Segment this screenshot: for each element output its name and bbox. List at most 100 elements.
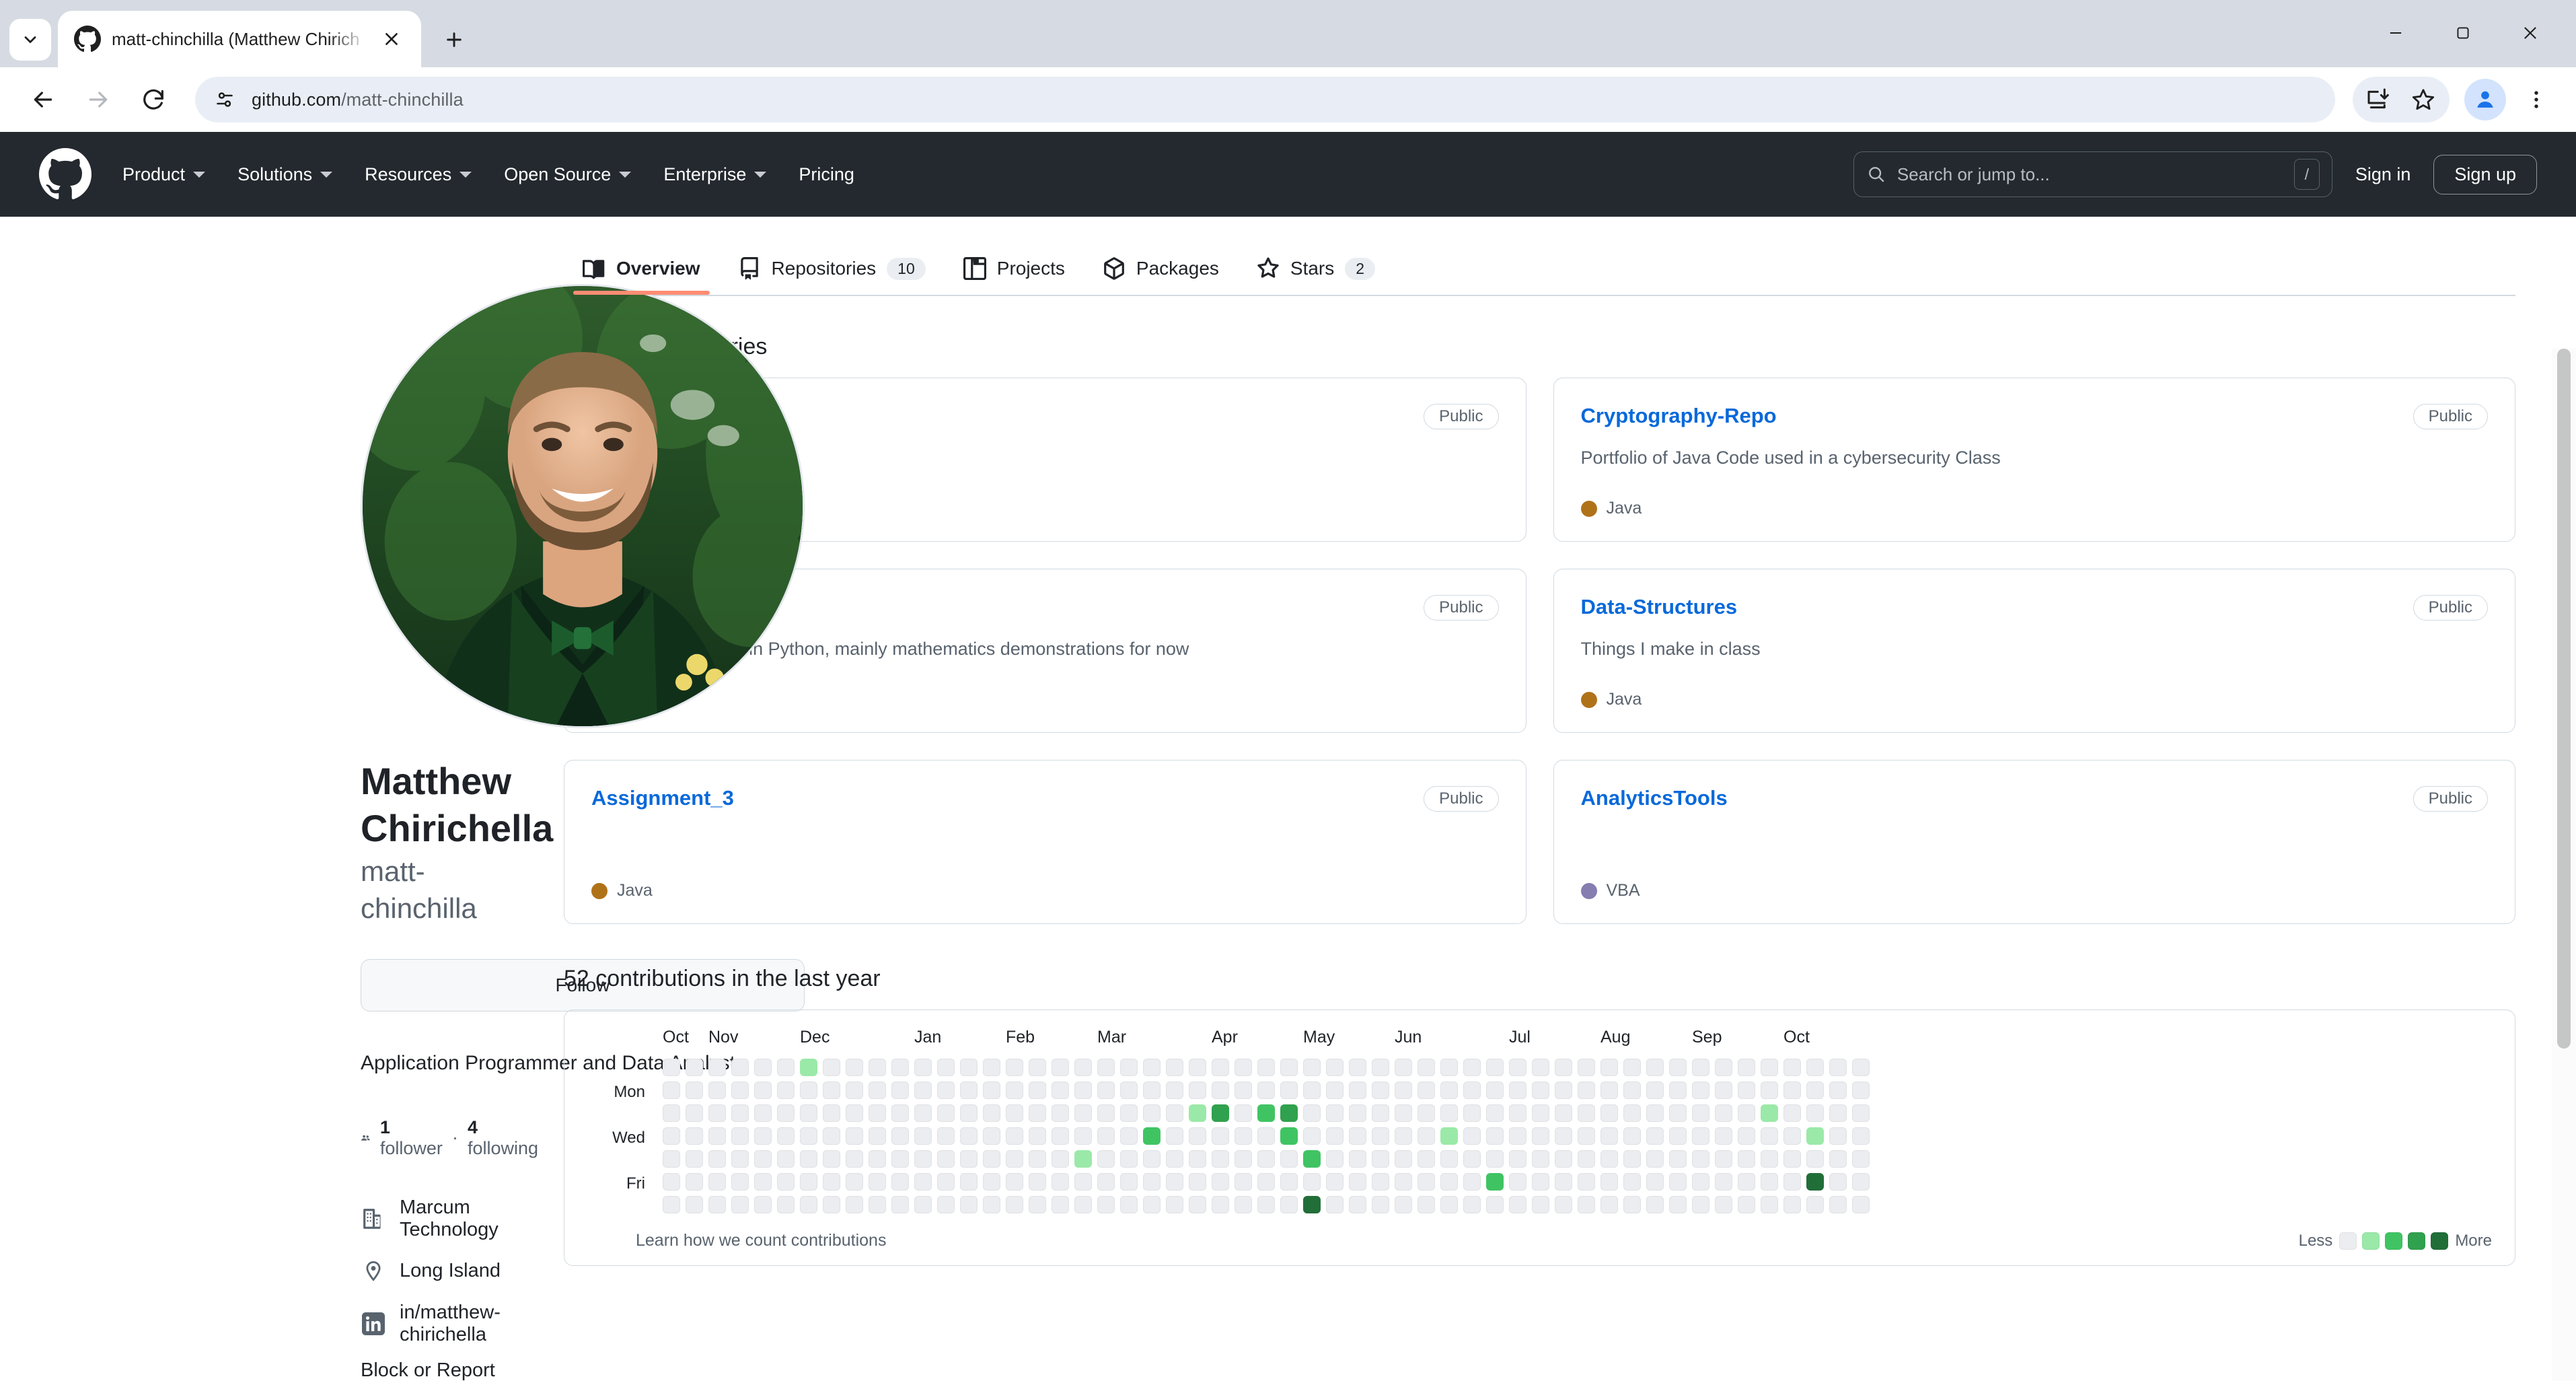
contribution-cell[interactable]	[1326, 1150, 1344, 1168]
contribution-cell[interactable]	[1006, 1150, 1023, 1168]
contribution-cell[interactable]	[891, 1196, 909, 1213]
contribution-cell[interactable]	[1486, 1059, 1504, 1076]
contribution-cell[interactable]	[1738, 1196, 1755, 1213]
contribution-cell[interactable]	[869, 1059, 886, 1076]
contribution-cell[interactable]	[1761, 1196, 1778, 1213]
tab-search-button[interactable]	[9, 19, 51, 61]
contribution-cell[interactable]	[1052, 1196, 1069, 1213]
contribution-cell[interactable]	[983, 1196, 1000, 1213]
contribution-cell[interactable]	[1555, 1082, 1572, 1099]
new-tab-button[interactable]	[433, 19, 475, 61]
contribution-cell[interactable]	[1783, 1196, 1801, 1213]
contribution-cell[interactable]	[846, 1082, 863, 1099]
contribution-cell[interactable]	[914, 1173, 932, 1191]
contribution-cell[interactable]	[1623, 1127, 1641, 1145]
contribution-cell[interactable]	[1235, 1127, 1252, 1145]
contribution-cell[interactable]	[1578, 1104, 1595, 1122]
contribution-cell[interactable]	[1052, 1173, 1069, 1191]
contribution-cell[interactable]	[1372, 1127, 1389, 1145]
contribution-cell[interactable]	[1097, 1059, 1115, 1076]
contribution-cell[interactable]	[823, 1059, 840, 1076]
contribution-cell[interactable]	[1235, 1173, 1252, 1191]
contribution-cell[interactable]	[1532, 1150, 1549, 1168]
contribution-cell[interactable]	[1166, 1059, 1183, 1076]
contribution-cell[interactable]	[1029, 1082, 1046, 1099]
contribution-cell[interactable]	[1555, 1173, 1572, 1191]
contribution-cell[interactable]	[1372, 1196, 1389, 1213]
contribution-cell[interactable]	[937, 1127, 955, 1145]
contribution-cell[interactable]	[937, 1104, 955, 1122]
nav-item-product[interactable]: Product	[106, 157, 221, 192]
contribution-cell[interactable]	[731, 1173, 749, 1191]
contribution-cell[interactable]	[1509, 1173, 1526, 1191]
maximize-button[interactable]	[2429, 12, 2497, 54]
contribution-cell[interactable]	[1143, 1127, 1161, 1145]
contribution-cell[interactable]	[1829, 1059, 1847, 1076]
contribution-cell[interactable]	[1349, 1127, 1366, 1145]
install-app-button[interactable]	[2357, 77, 2401, 122]
contribution-cell[interactable]	[1623, 1082, 1641, 1099]
contribution-cell[interactable]	[1143, 1082, 1161, 1099]
avatar[interactable]	[361, 284, 805, 728]
contribution-cell[interactable]	[1326, 1127, 1344, 1145]
reload-button[interactable]	[129, 75, 178, 124]
contribution-cell[interactable]	[1486, 1127, 1504, 1145]
contribution-cell[interactable]	[1326, 1082, 1344, 1099]
tab-overview[interactable]: Overview	[564, 257, 719, 295]
contribution-cell[interactable]	[1783, 1127, 1801, 1145]
contribution-cell[interactable]	[869, 1173, 886, 1191]
contribution-cell[interactable]	[1349, 1082, 1366, 1099]
contribution-cell[interactable]	[1715, 1127, 1732, 1145]
contribution-cell[interactable]	[1532, 1104, 1549, 1122]
contribution-cell[interactable]	[1715, 1059, 1732, 1076]
contribution-cell[interactable]	[1806, 1059, 1824, 1076]
contribution-cell[interactable]	[686, 1082, 703, 1099]
contribution-cell[interactable]	[1829, 1173, 1847, 1191]
contribution-cell[interactable]	[983, 1173, 1000, 1191]
contribution-cell[interactable]	[846, 1127, 863, 1145]
tab-packages[interactable]: Packages	[1084, 257, 1238, 295]
contribution-cell[interactable]	[1600, 1173, 1618, 1191]
contribution-cell[interactable]	[1486, 1082, 1504, 1099]
page-scrollbar[interactable]	[2552, 349, 2576, 1381]
contribution-cell[interactable]	[1189, 1127, 1206, 1145]
contribution-cell[interactable]	[777, 1059, 795, 1076]
address-bar[interactable]: github.com/matt-chinchilla	[195, 77, 2335, 122]
contribution-cell[interactable]	[1052, 1059, 1069, 1076]
repository-card[interactable]: Cryptography-Repo Public Portfolio of Ja…	[1553, 378, 2515, 542]
contribution-cell[interactable]	[1486, 1104, 1504, 1122]
contribution-cell[interactable]	[777, 1127, 795, 1145]
tab-repositories[interactable]: Repositories 10	[719, 257, 945, 295]
contribution-cell[interactable]	[960, 1104, 978, 1122]
tab-stars[interactable]: Stars 2	[1238, 257, 1394, 295]
contribution-cell[interactable]	[1189, 1104, 1206, 1122]
repo-name-link[interactable]: AnalyticsTools	[1581, 786, 1728, 810]
nav-item-solutions[interactable]: Solutions	[221, 157, 348, 192]
contribution-cell[interactable]	[1509, 1104, 1526, 1122]
contribution-cell[interactable]	[1166, 1196, 1183, 1213]
contribution-cell[interactable]	[686, 1059, 703, 1076]
contribution-cell[interactable]	[1806, 1196, 1824, 1213]
contribution-cell[interactable]	[960, 1173, 978, 1191]
contribution-cell[interactable]	[937, 1082, 955, 1099]
contribution-cell[interactable]	[914, 1082, 932, 1099]
contribution-cell[interactable]	[1440, 1082, 1458, 1099]
contribution-cell[interactable]	[869, 1196, 886, 1213]
contribution-cell[interactable]	[1166, 1173, 1183, 1191]
contribution-cell[interactable]	[1738, 1127, 1755, 1145]
contribution-cell[interactable]	[1600, 1082, 1618, 1099]
contribution-cell[interactable]	[754, 1173, 772, 1191]
contribution-cell[interactable]	[1600, 1150, 1618, 1168]
contribution-cell[interactable]	[1715, 1196, 1732, 1213]
contribution-cell[interactable]	[1097, 1173, 1115, 1191]
contribution-cell[interactable]	[1440, 1150, 1458, 1168]
contribution-cell[interactable]	[663, 1173, 680, 1191]
block-or-report-link[interactable]: Block or Report	[361, 1359, 538, 1381]
profile-button[interactable]	[2464, 79, 2506, 120]
contribution-cell[interactable]	[1532, 1082, 1549, 1099]
contribution-cell[interactable]	[1418, 1173, 1435, 1191]
contribution-cell[interactable]	[1669, 1104, 1687, 1122]
contribution-cell[interactable]	[1852, 1059, 1870, 1076]
back-button[interactable]	[19, 75, 67, 124]
contribution-cell[interactable]	[1692, 1196, 1709, 1213]
